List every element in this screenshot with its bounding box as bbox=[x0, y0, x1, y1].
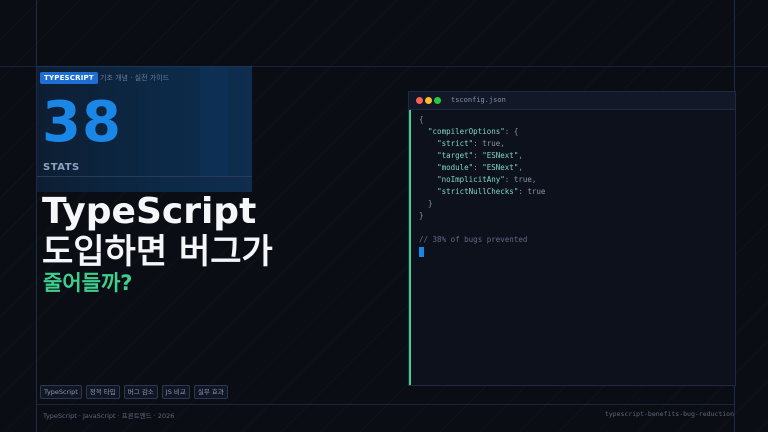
code-editor-window: tsconfig.json { "compilerOptions": { "st… bbox=[408, 91, 736, 386]
tag: 버그 감소 bbox=[123, 385, 158, 399]
text-cursor bbox=[419, 247, 424, 257]
editor-filename: tsconfig.json bbox=[451, 96, 506, 104]
headline-line-1: TypeScript bbox=[42, 191, 257, 232]
code-line: // 38% of bugs prevented bbox=[419, 235, 528, 244]
headline-line-2: 도입하면 버그가 bbox=[42, 232, 273, 272]
code-line: "noImplicitAny": true, bbox=[437, 175, 537, 184]
code-line: } bbox=[428, 199, 433, 208]
code-line: "strictNullChecks": true bbox=[437, 187, 546, 196]
editor-gutter-accent bbox=[409, 110, 411, 385]
editor-titlebar: tsconfig.json bbox=[409, 92, 735, 110]
stats-divider bbox=[37, 176, 252, 177]
headline-line-3: 줄어들까? bbox=[43, 271, 133, 295]
code-line: } bbox=[419, 211, 424, 220]
breadcrumb-separator: / bbox=[91, 74, 94, 82]
tag: TypeScript bbox=[40, 385, 82, 399]
code-line: { bbox=[419, 115, 424, 124]
tag-list: TypeScript 정적 타입 버그 감소 JS 비교 실무 효과 bbox=[40, 385, 228, 399]
footer-divider bbox=[37, 404, 734, 405]
code-line: "target": "ESNext", bbox=[437, 151, 523, 160]
category-badge: TYPESCRIPT bbox=[40, 72, 98, 84]
breadcrumb: 기초 개념 · 실전 가이드 bbox=[100, 74, 170, 82]
frame-line-left bbox=[36, 0, 37, 432]
tag: JS 비교 bbox=[161, 385, 190, 399]
tag: 실무 효과 bbox=[193, 385, 228, 399]
code-line: "compilerOptions": { bbox=[428, 127, 519, 136]
code-line: "module": "ESNext", bbox=[437, 163, 523, 172]
code-content[interactable]: { "compilerOptions": { "strict": true, "… bbox=[419, 114, 545, 257]
close-window-icon[interactable] bbox=[416, 97, 423, 104]
maximize-window-icon[interactable] bbox=[434, 97, 441, 104]
footer-meta: TypeScript · JavaScript · 프론트엔드 · 2026 bbox=[43, 412, 175, 420]
minimize-window-icon[interactable] bbox=[425, 97, 432, 104]
footer-slug: typescript-benefits-bug-reduction bbox=[604, 410, 734, 418]
stats-label: STATS bbox=[43, 162, 80, 173]
code-line: "strict": true, bbox=[437, 139, 505, 148]
stats-number: 38 bbox=[42, 90, 122, 155]
stats-panel-accent bbox=[200, 67, 228, 177]
tag: 정적 타입 bbox=[85, 385, 120, 399]
